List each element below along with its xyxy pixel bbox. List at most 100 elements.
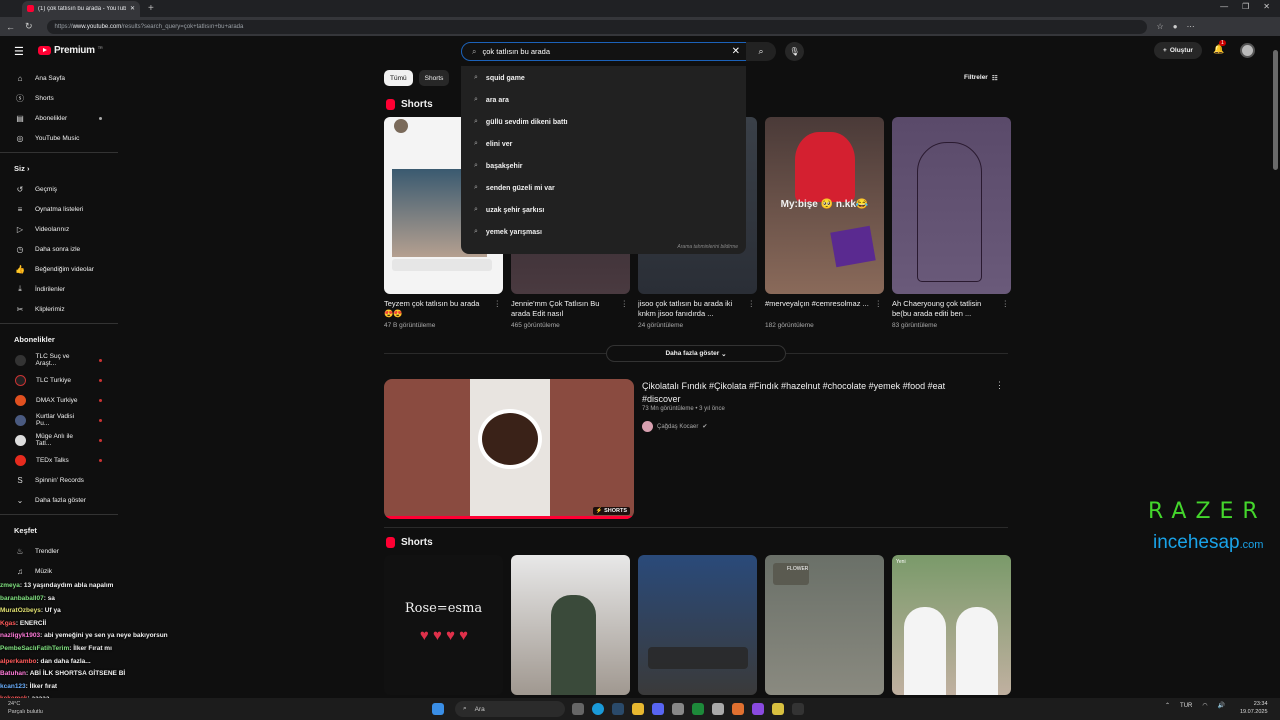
search-input[interactable] [482, 47, 726, 56]
video-thumbnail[interactable]: ⚡ SHORTS [384, 379, 634, 519]
app-icon[interactable] [672, 703, 684, 715]
short-thumbnail[interactable] [892, 117, 1011, 294]
app-icon[interactable] [772, 703, 784, 715]
suggestion-item[interactable]: ⌕ yemek yarışması [461, 221, 746, 243]
sidebar-item-shorts[interactable]: ⓢ Shorts [0, 88, 120, 108]
more-options-icon[interactable]: ⋮ [1002, 299, 1010, 309]
volume-icon[interactable]: 🔊 [1218, 702, 1225, 709]
short-card[interactable]: My:bişe 🥺 n.kk😂 #merveyalçın #cemresolma… [765, 117, 884, 329]
video-title[interactable]: Çikolatalı Fındık #Çikolata #Findık #haz… [642, 380, 982, 406]
search-box[interactable]: ⌕ ✕ [461, 42, 747, 61]
maximize-icon[interactable]: ❐ [1242, 2, 1249, 11]
short-thumbnail[interactable] [511, 555, 630, 695]
clear-search-icon[interactable]: ✕ [732, 46, 740, 57]
create-button[interactable]: + Oluştur [1154, 42, 1202, 59]
short-thumbnail[interactable]: My:bişe 🥺 n.kk😂 [765, 117, 884, 294]
sidebar-sub-kurtlar-vadisi[interactable]: Kurtlar Vadisi Pu... [0, 410, 120, 430]
sidebar-sub-muge-anli[interactable]: Müge Anlı ile Tatl... [0, 430, 120, 450]
file-explorer-icon[interactable] [632, 703, 644, 715]
suggestion-item[interactable]: ⌕ güllü sevdim dikeni battı [461, 111, 746, 133]
excel-icon[interactable] [692, 703, 704, 715]
taskbar-search[interactable]: ⌕ Ara [455, 701, 565, 717]
suggestion-item[interactable]: ⌕ squid game [461, 67, 746, 89]
notifications-button[interactable]: 🔔 1 [1213, 40, 1226, 55]
task-view-icon[interactable] [572, 703, 584, 715]
youtube-logo[interactable]: Premium TR [38, 45, 103, 56]
you-header[interactable]: Siz › [0, 157, 120, 179]
language-indicator[interactable]: TUR [1180, 703, 1192, 709]
report-predictions-link[interactable]: Arama tahminlerini bildirme [677, 244, 738, 250]
channel-link[interactable]: Çağdaş Kocaer ✔ [642, 421, 707, 432]
close-window-icon[interactable]: ✕ [1263, 2, 1270, 11]
sidebar-sub-spinnin[interactable]: S Spinnin' Records [0, 470, 120, 490]
short-title[interactable]: Jennie'mm Çok Tatlısın Bu arada Edit nas… [511, 299, 599, 318]
more-options-icon[interactable]: ⋮ [494, 299, 502, 309]
sidebar-sub-tedx[interactable]: TEDx Talks [0, 450, 120, 470]
sidebar-sub-tlc-turkiye[interactable]: TLC Turkiye [0, 370, 120, 390]
chevron-up-icon[interactable]: ⌃ [1165, 702, 1170, 709]
sidebar-item-playlists[interactable]: ≡ Oynatma listeleri [0, 199, 120, 219]
scrollbar-thumb[interactable] [1273, 50, 1278, 170]
minimize-icon[interactable]: — [1220, 2, 1228, 11]
short-card[interactable] [511, 555, 630, 695]
wifi-icon[interactable]: ◠ [1202, 702, 1207, 709]
filters-button[interactable]: Filtreler ☷ [964, 74, 998, 82]
sidebar-item-history[interactable]: ↺ Geçmiş [0, 179, 120, 199]
show-more-button[interactable]: Daha fazla göster ⌄ [606, 345, 786, 362]
edge-browser-icon[interactable] [592, 703, 604, 715]
voice-search-button[interactable]: 🎙 [785, 42, 804, 61]
short-thumbnail[interactable]: Yeni [892, 555, 1011, 695]
sidebar-item-your-videos[interactable]: ▷ Videolarınız [0, 219, 120, 239]
search-button[interactable]: ⌕ [746, 42, 776, 61]
avatar[interactable] [1240, 43, 1255, 58]
close-tab-icon[interactable]: ✕ [130, 5, 135, 12]
sidebar-sub-dmax[interactable]: DMAX Turkiye [0, 390, 120, 410]
hamburger-menu-icon[interactable]: ☰ [14, 45, 24, 58]
more-options-icon[interactable]: ⋮ [995, 380, 1004, 391]
short-card[interactable]: FLOWER [765, 555, 884, 695]
url-field[interactable]: https://www.youtube.com/results?search_q… [46, 19, 1147, 34]
sidebar-show-more[interactable]: ⌄ Daha fazla göster [0, 490, 120, 510]
suggestion-item[interactable]: ⌕ başakşehir [461, 155, 746, 177]
app-icon[interactable] [712, 703, 724, 715]
short-title[interactable]: jisoo çok tatlısın bu arada iki knkm jis… [638, 299, 732, 318]
windows-start-icon[interactable] [432, 703, 444, 715]
suggestion-item[interactable]: ⌕ senden güzeli mi var [461, 177, 746, 199]
sidebar-item-music[interactable]: ◎ YouTube Music [0, 128, 120, 148]
app-icon[interactable] [732, 703, 744, 715]
sidebar-item-clips[interactable]: ✂ Kliplerimiz [0, 299, 120, 319]
short-card[interactable]: Ah Chaeryoung çok tatlisin be(bu arada e… [892, 117, 1011, 329]
chip-all[interactable]: Tümü [384, 70, 413, 86]
sidebar-item-subscriptions[interactable]: ▤ Abonelikler [0, 108, 120, 128]
app-icon[interactable] [752, 703, 764, 715]
sidebar-item-home[interactable]: ⌂ Ana Sayfa [0, 68, 120, 88]
short-title[interactable]: #merveyalçın #cemresolmaz ... [765, 299, 869, 308]
suggestion-item[interactable]: ⌕ uzak şehir şarkısı [461, 199, 746, 221]
short-thumbnail[interactable]: FLOWER [765, 555, 884, 695]
short-thumbnail[interactable] [638, 555, 757, 695]
short-title[interactable]: Ah Chaeryoung çok tatlisin be(bu arada e… [892, 299, 981, 318]
more-options-icon[interactable]: ⋮ [621, 299, 629, 309]
app-icon[interactable] [792, 703, 804, 715]
sidebar-item-music-explore[interactable]: ♫ Müzik [0, 561, 120, 581]
chip-shorts[interactable]: Shorts [418, 70, 450, 86]
more-options-icon[interactable]: ⋮ [875, 299, 883, 309]
sidebar-sub-tlc-suc[interactable]: TLC Suç ve Araşt... [0, 350, 120, 370]
sidebar-item-watch-later[interactable]: ◷ Daha sonra izle [0, 239, 120, 259]
weather-widget[interactable]: 24°C Parçalı bulutlu [8, 700, 43, 716]
short-card[interactable]: Rose=esma ♥ ♥ ♥ ♥ [384, 555, 503, 695]
sidebar-item-downloads[interactable]: ⤓ İndirilenler [0, 279, 120, 299]
more-options-icon[interactable]: ⋮ [748, 299, 756, 309]
steam-icon[interactable] [612, 703, 624, 715]
short-card[interactable]: Yeni [892, 555, 1011, 695]
sidebar-item-liked[interactable]: 👍 Beğendiğim videolar [0, 259, 120, 279]
short-title[interactable]: Teyzem çok tatlısın bu arada 😍😍 [384, 299, 479, 318]
suggestion-item[interactable]: ⌕ ara ara [461, 89, 746, 111]
sidebar-item-trending[interactable]: ♨ Trendler [0, 541, 120, 561]
short-thumbnail[interactable]: Rose=esma ♥ ♥ ♥ ♥ [384, 555, 503, 695]
bookmark-icon[interactable]: ☆ [1157, 22, 1164, 31]
short-card[interactable] [638, 555, 757, 695]
reload-icon[interactable]: ↻ [25, 21, 33, 32]
new-tab-button[interactable]: + [148, 3, 154, 14]
menu-dots-icon[interactable]: ⋯ [1187, 22, 1195, 31]
